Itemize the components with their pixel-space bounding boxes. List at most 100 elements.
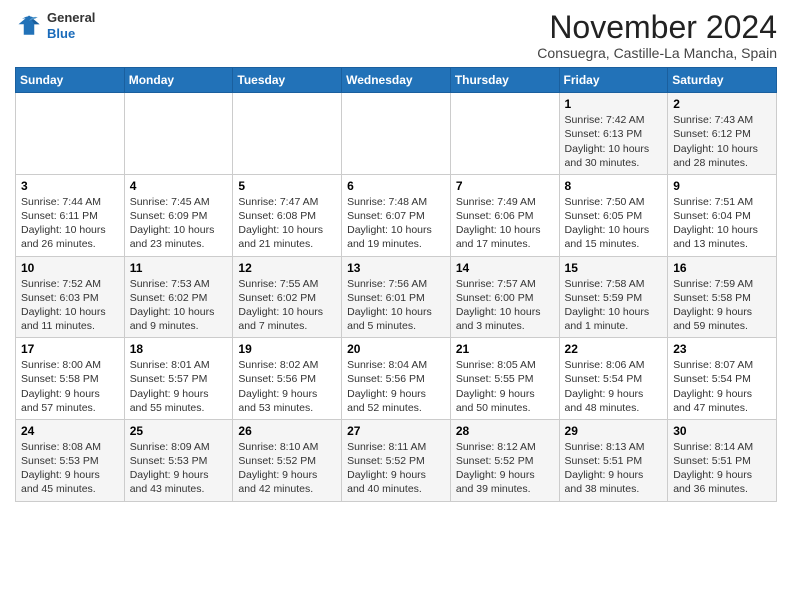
col-header-monday: Monday	[124, 68, 233, 93]
day-number: 7	[456, 179, 554, 193]
page-header: General Blue November 2024 Consuegra, Ca…	[15, 10, 777, 61]
day-cell: 21 Sunrise: 8:05 AMSunset: 5:55 PMDayligh…	[450, 338, 559, 420]
title-block: November 2024 Consuegra, Castille-La Man…	[537, 10, 777, 61]
day-info: Sunrise: 8:14 AMSunset: 5:51 PMDaylight:…	[673, 440, 771, 497]
day-cell: 24 Sunrise: 8:08 AMSunset: 5:53 PMDayligh…	[16, 419, 125, 501]
day-info: Sunrise: 8:13 AMSunset: 5:51 PMDaylight:…	[565, 440, 663, 497]
col-header-sunday: Sunday	[16, 68, 125, 93]
day-number: 4	[130, 179, 228, 193]
day-number: 13	[347, 261, 445, 275]
day-number: 26	[238, 424, 336, 438]
day-cell: 15 Sunrise: 7:58 AMSunset: 5:59 PMDayligh…	[559, 256, 668, 338]
week-row-4: 17 Sunrise: 8:00 AMSunset: 5:58 PMDayligh…	[16, 338, 777, 420]
col-header-friday: Friday	[559, 68, 668, 93]
day-number: 29	[565, 424, 663, 438]
day-cell: 16 Sunrise: 7:59 AMSunset: 5:58 PMDayligh…	[668, 256, 777, 338]
day-info: Sunrise: 8:04 AMSunset: 5:56 PMDaylight:…	[347, 358, 445, 415]
day-number: 28	[456, 424, 554, 438]
day-number: 21	[456, 342, 554, 356]
location-subtitle: Consuegra, Castille-La Mancha, Spain	[537, 45, 777, 61]
day-cell: 8Sunrise: 7:50 AMSunset: 6:05 PMDaylight…	[559, 174, 668, 256]
day-cell: 4 Sunrise: 7:45 AMSunset: 6:09 PMDaylight…	[124, 174, 233, 256]
col-header-tuesday: Tuesday	[233, 68, 342, 93]
day-cell: 6 Sunrise: 7:48 AMSunset: 6:07 PMDaylight…	[342, 174, 451, 256]
day-number: 22	[565, 342, 663, 356]
day-number: 19	[238, 342, 336, 356]
day-info: Sunrise: 7:52 AMSunset: 6:03 PMDaylight:…	[21, 277, 119, 334]
day-info: Sunrise: 7:53 AMSunset: 6:02 PMDaylight:…	[130, 277, 228, 334]
day-cell: 17 Sunrise: 8:00 AMSunset: 5:58 PMDayligh…	[16, 338, 125, 420]
day-cell: 30 Sunrise: 8:14 AMSunset: 5:51 PMDayligh…	[668, 419, 777, 501]
day-info: Sunrise: 8:05 AMSunset: 5:55 PMDaylight:…	[456, 358, 554, 415]
day-number: 16	[673, 261, 771, 275]
day-cell: 18 Sunrise: 8:01 AMSunset: 5:57 PMDayligh…	[124, 338, 233, 420]
day-cell: 13 Sunrise: 7:56 AMSunset: 6:01 PMDayligh…	[342, 256, 451, 338]
day-info: Sunrise: 7:49 AMSunset: 6:06 PMDaylight:…	[456, 195, 554, 252]
day-cell: 29 Sunrise: 8:13 AMSunset: 5:51 PMDayligh…	[559, 419, 668, 501]
day-number: 12	[238, 261, 336, 275]
day-cell: 2Sunrise: 7:43 AMSunset: 6:12 PMDaylight…	[668, 93, 777, 175]
logo-blue: Blue	[47, 26, 95, 42]
logo-general: General	[47, 10, 95, 26]
day-number: 25	[130, 424, 228, 438]
day-info: Sunrise: 7:55 AMSunset: 6:02 PMDaylight:…	[238, 277, 336, 334]
day-number: 9	[673, 179, 771, 193]
day-cell: 28 Sunrise: 8:12 AMSunset: 5:52 PMDayligh…	[450, 419, 559, 501]
day-cell	[342, 93, 451, 175]
day-cell: 5 Sunrise: 7:47 AMSunset: 6:08 PMDaylight…	[233, 174, 342, 256]
calendar-header-row: SundayMondayTuesdayWednesdayThursdayFrid…	[16, 68, 777, 93]
day-number: 5	[238, 179, 336, 193]
day-cell: 19 Sunrise: 8:02 AMSunset: 5:56 PMDayligh…	[233, 338, 342, 420]
day-info: Sunrise: 7:56 AMSunset: 6:01 PMDaylight:…	[347, 277, 445, 334]
day-number: 23	[673, 342, 771, 356]
logo: General Blue	[15, 10, 95, 41]
day-cell	[450, 93, 559, 175]
day-info: Sunrise: 7:42 AMSunset: 6:13 PMDaylight:…	[565, 113, 663, 170]
day-cell: 1 Sunrise: 7:42 AMSunset: 6:13 PMDaylight…	[559, 93, 668, 175]
day-info: Sunrise: 8:11 AMSunset: 5:52 PMDaylight:…	[347, 440, 445, 497]
day-number: 3	[21, 179, 119, 193]
day-cell: 22 Sunrise: 8:06 AMSunset: 5:54 PMDayligh…	[559, 338, 668, 420]
day-info: Sunrise: 8:12 AMSunset: 5:52 PMDaylight:…	[456, 440, 554, 497]
col-header-wednesday: Wednesday	[342, 68, 451, 93]
day-cell: 14 Sunrise: 7:57 AMSunset: 6:00 PMDayligh…	[450, 256, 559, 338]
day-info: Sunrise: 8:01 AMSunset: 5:57 PMDaylight:…	[130, 358, 228, 415]
day-cell: 25Sunrise: 8:09 AMSunset: 5:53 PMDayligh…	[124, 419, 233, 501]
day-number: 18	[130, 342, 228, 356]
day-number: 30	[673, 424, 771, 438]
day-number: 15	[565, 261, 663, 275]
day-cell: 20Sunrise: 8:04 AMSunset: 5:56 PMDayligh…	[342, 338, 451, 420]
day-info: Sunrise: 7:48 AMSunset: 6:07 PMDaylight:…	[347, 195, 445, 252]
day-info: Sunrise: 8:07 AMSunset: 5:54 PMDaylight:…	[673, 358, 771, 415]
week-row-3: 10 Sunrise: 7:52 AMSunset: 6:03 PMDayligh…	[16, 256, 777, 338]
week-row-1: 1 Sunrise: 7:42 AMSunset: 6:13 PMDaylight…	[16, 93, 777, 175]
day-info: Sunrise: 8:06 AMSunset: 5:54 PMDaylight:…	[565, 358, 663, 415]
day-info: Sunrise: 7:58 AMSunset: 5:59 PMDaylight:…	[565, 277, 663, 334]
day-number: 11	[130, 261, 228, 275]
day-number: 10	[21, 261, 119, 275]
day-cell: 26Sunrise: 8:10 AMSunset: 5:52 PMDayligh…	[233, 419, 342, 501]
day-number: 6	[347, 179, 445, 193]
day-number: 1	[565, 97, 663, 111]
month-title: November 2024	[537, 10, 777, 45]
logo-icon	[15, 12, 43, 40]
day-cell	[124, 93, 233, 175]
day-cell: 7 Sunrise: 7:49 AMSunset: 6:06 PMDaylight…	[450, 174, 559, 256]
day-cell: 12 Sunrise: 7:55 AMSunset: 6:02 PMDayligh…	[233, 256, 342, 338]
day-number: 14	[456, 261, 554, 275]
col-header-thursday: Thursday	[450, 68, 559, 93]
day-info: Sunrise: 7:59 AMSunset: 5:58 PMDaylight:…	[673, 277, 771, 334]
day-info: Sunrise: 8:02 AMSunset: 5:56 PMDaylight:…	[238, 358, 336, 415]
day-number: 17	[21, 342, 119, 356]
day-cell: 23 Sunrise: 8:07 AMSunset: 5:54 PMDayligh…	[668, 338, 777, 420]
day-info: Sunrise: 7:47 AMSunset: 6:08 PMDaylight:…	[238, 195, 336, 252]
day-cell: 3Sunrise: 7:44 AMSunset: 6:11 PMDaylight…	[16, 174, 125, 256]
day-info: Sunrise: 8:00 AMSunset: 5:58 PMDaylight:…	[21, 358, 119, 415]
day-info: Sunrise: 7:43 AMSunset: 6:12 PMDaylight:…	[673, 113, 771, 170]
day-info: Sunrise: 7:57 AMSunset: 6:00 PMDaylight:…	[456, 277, 554, 334]
calendar-table: SundayMondayTuesdayWednesdayThursdayFrid…	[15, 67, 777, 501]
day-info: Sunrise: 8:08 AMSunset: 5:53 PMDaylight:…	[21, 440, 119, 497]
day-cell: 11 Sunrise: 7:53 AMSunset: 6:02 PMDayligh…	[124, 256, 233, 338]
day-number: 24	[21, 424, 119, 438]
day-info: Sunrise: 7:45 AMSunset: 6:09 PMDaylight:…	[130, 195, 228, 252]
